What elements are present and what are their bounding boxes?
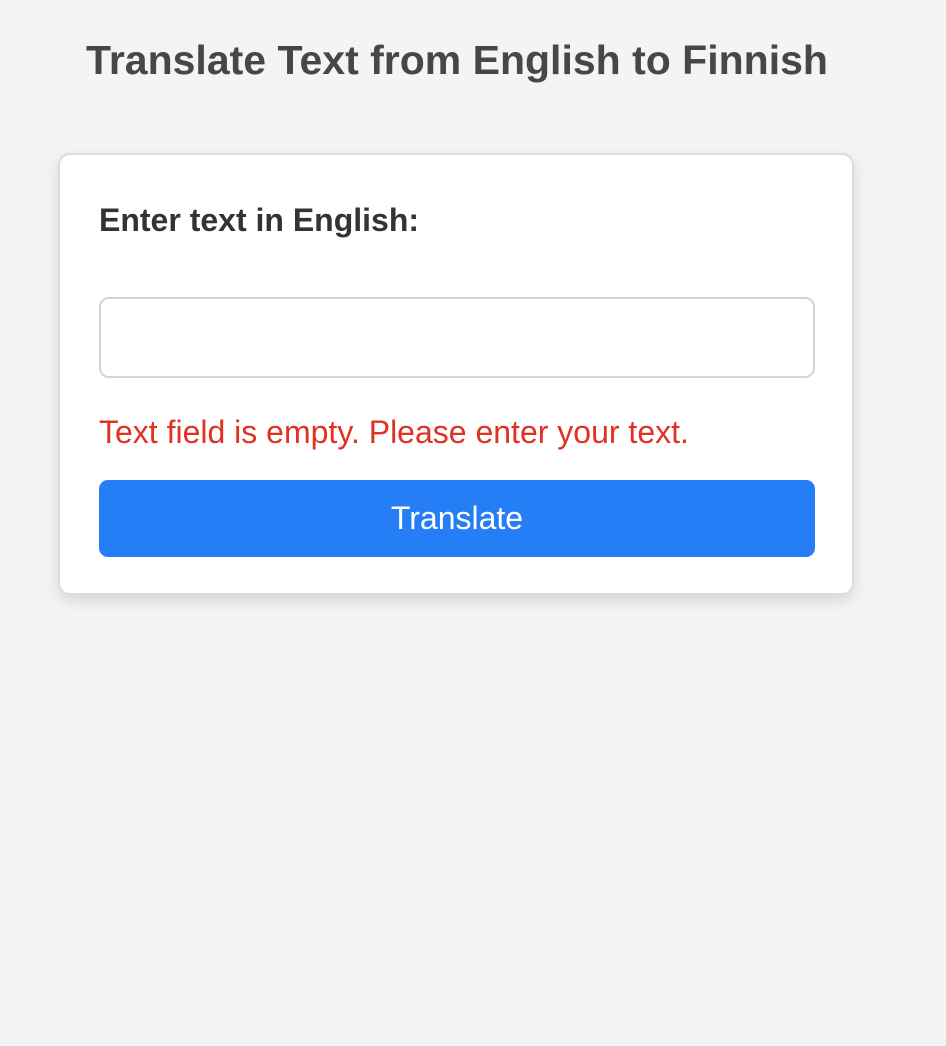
input-label: Enter text in English: bbox=[99, 202, 420, 238]
translate-button[interactable]: Translate bbox=[99, 480, 815, 557]
translate-form-card: Enter text in English: Text field is emp… bbox=[58, 153, 854, 595]
error-message: Text field is empty. Please enter your t… bbox=[99, 414, 689, 450]
page-title: Translate Text from English to Finnish bbox=[86, 37, 828, 83]
english-text-input[interactable] bbox=[99, 297, 815, 378]
